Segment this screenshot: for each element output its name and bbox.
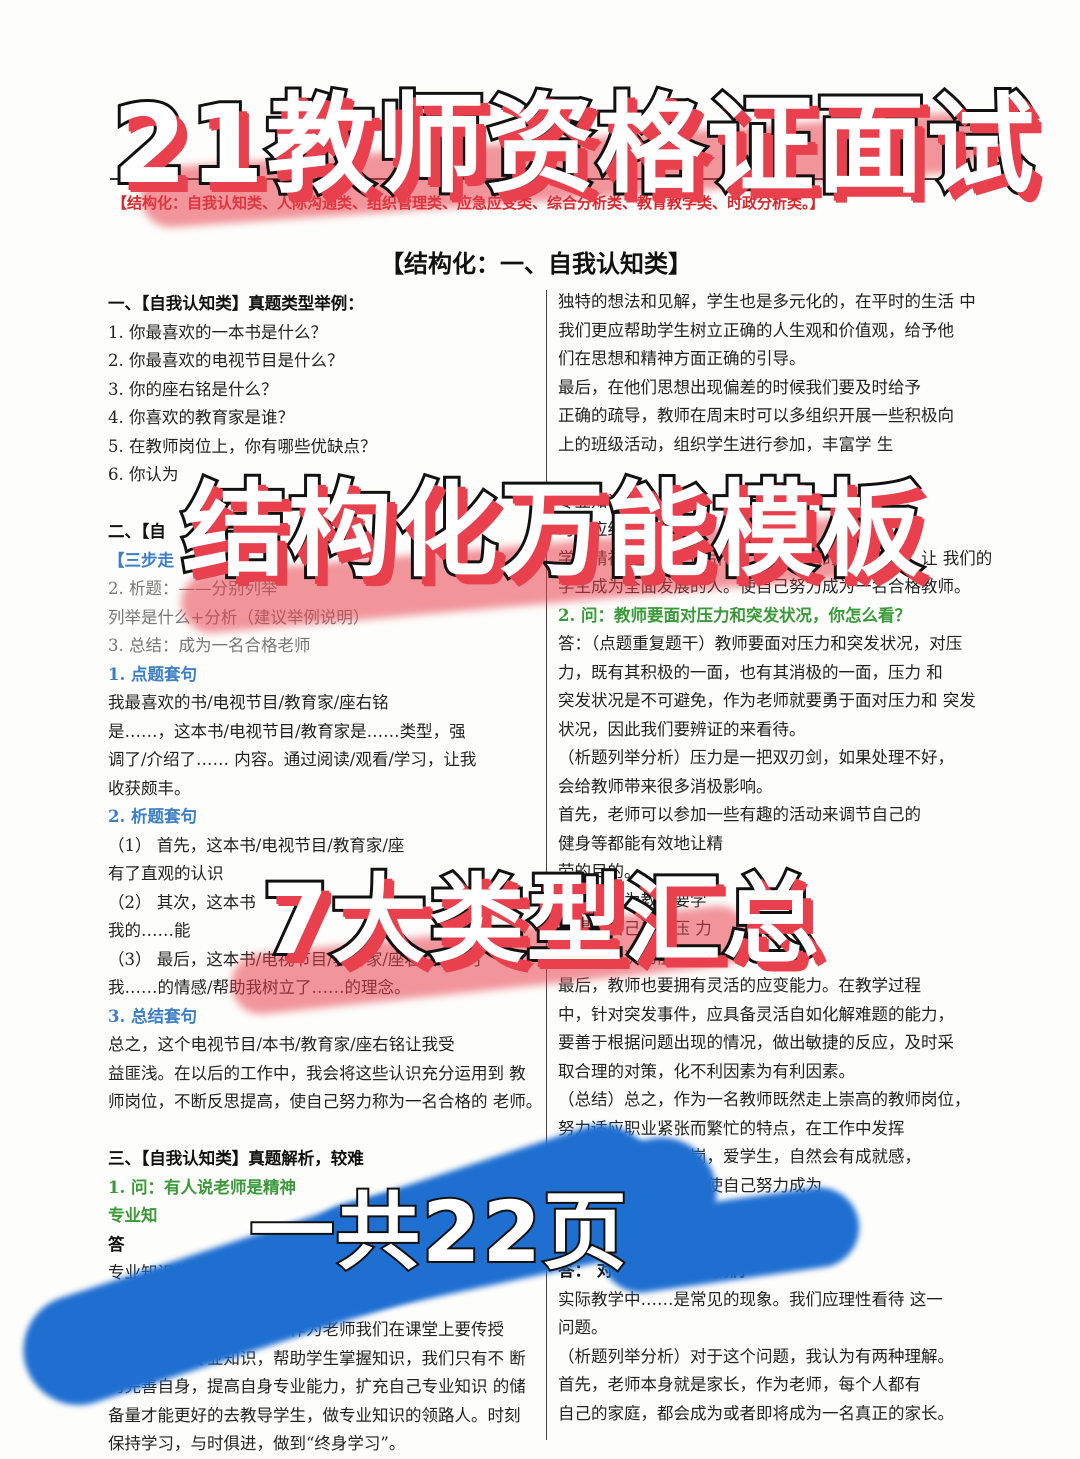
overlay-center-text: 结构化万能模板 <box>179 466 925 594</box>
text-line: 调了/介绍了…… 内容。通过阅读/观看/学习，让我 <box>108 750 477 769</box>
text-line: 自己的家庭，都会成为或者即将成为一名真正的家长。 <box>558 1403 954 1423</box>
text-line: 2. 析题套句 <box>108 807 197 826</box>
section-title: 【结构化：一、自我认知类】 <box>380 249 692 278</box>
text-line: 会给教师带来很多消极影响。 <box>558 776 773 796</box>
text-line: 实际教学中……是常见的现象。我们应理性看待 这一 <box>558 1289 943 1309</box>
text-line: 状况，因此我们要辨证的来看待。 <box>558 719 806 739</box>
text-line: 答：（点题重复题干）教师要面对压力和突发状况，对压 <box>558 634 963 653</box>
text-line: （析题列举分析）对于这个问题，我认为有两种理解。 <box>558 1346 954 1366</box>
text-line: 保持学习，与时俱进，做到“终身学习”。 <box>108 1434 406 1453</box>
text-line: 3. 你的座右铭是什么？ <box>108 379 278 399</box>
text-line: （总结）总之，作为一名教师既然走上崇高的教师岗位， <box>558 1090 971 1109</box>
overlay-title: 21教师资格证面试 <box>109 80 1037 211</box>
text-line: 1. 你最喜欢的一本书是什么？ <box>108 322 327 342</box>
text-line: 2. 问：教师要面对压力和突发状况，你怎么看？ <box>558 605 911 625</box>
text-line: 中，针对突发事件，应具备灵活自如化解难题的能力， <box>558 1004 954 1024</box>
text-line: 收获颇丰。 <box>108 778 191 798</box>
text-line: 突发状况是不可避免，作为老师就要勇于面对压力和 突发 <box>558 691 976 710</box>
text-line: 1. 点题套句 <box>108 664 197 684</box>
text-line: 最后，在他们思想出现偏差的时候我们要及时给予 <box>558 377 921 397</box>
text-line: 我最喜欢的书/电视节目/教育家/座右铭 <box>108 693 389 712</box>
text-line: 师岗位，不断反思提高，使自己努力称为一名合格的 老师。 <box>108 1092 543 1111</box>
text-line: 首先，老师可以参加一些有趣的活动来调节自己的 <box>558 805 921 824</box>
text-line: 要善于根据问题出现的情况，做出敏捷的反应，及时采 <box>558 1033 954 1052</box>
text-line: 总之，这个电视节目/本书/教育家/座右铭让我受 <box>108 1035 455 1054</box>
overlay-pages-text: 一共22页 <box>248 1181 629 1283</box>
text-line: 是……，这本书/电视节目/教育家是……类型，强 <box>108 721 466 741</box>
text-line: 一、【自我认知类】真题类型举例： <box>108 294 364 313</box>
text-line: 益匪浅。在以后的工作中，我会将这些认识充分运用到 教 <box>108 1063 526 1083</box>
text-line: （析题列举分析）压力是一把双刃剑，如果处理不好， <box>558 748 954 767</box>
text-line: 取合理的对策，化不利因素为有利因素。 <box>558 1061 855 1081</box>
text-line: 3. 总结：成为一名合格老师 <box>108 636 311 655</box>
text-line <box>108 1117 538 1146</box>
text-line: 4. 你喜欢的教育家是谁？ <box>108 408 294 427</box>
text-line: 的完善自身，提高自身专业能力，扩充自己专业知识 的储 <box>108 1377 526 1396</box>
text-line: 正确的疏导，教师在周末时可以多组织开展一些积极向 <box>558 406 954 425</box>
overlay-summary-text: 7大类型汇总 <box>259 861 822 979</box>
text-line: 们在思想和精神方面正确的引导。 <box>558 349 806 368</box>
text-line: 独特的想法和见解，学生也是多元化的，在平时的生活 中 <box>558 292 976 311</box>
text-line: 2. 你最喜欢的电视节目是什么？ <box>108 351 344 370</box>
text-line: 力，既有其积极的一面，也有其消极的一面，压力 和 <box>558 662 943 682</box>
text-line: 首先，老师本身就是家长，作为老师，每个人都有 <box>558 1375 921 1394</box>
text-line: 我们更应帮助学生树立正确的人生观和价值观，给予他 <box>558 320 954 340</box>
text-line: 备量才能更好的去教导学生，做专业知识的领路人。时刻 <box>108 1405 521 1425</box>
text-line: 问题。 <box>558 1318 608 1337</box>
